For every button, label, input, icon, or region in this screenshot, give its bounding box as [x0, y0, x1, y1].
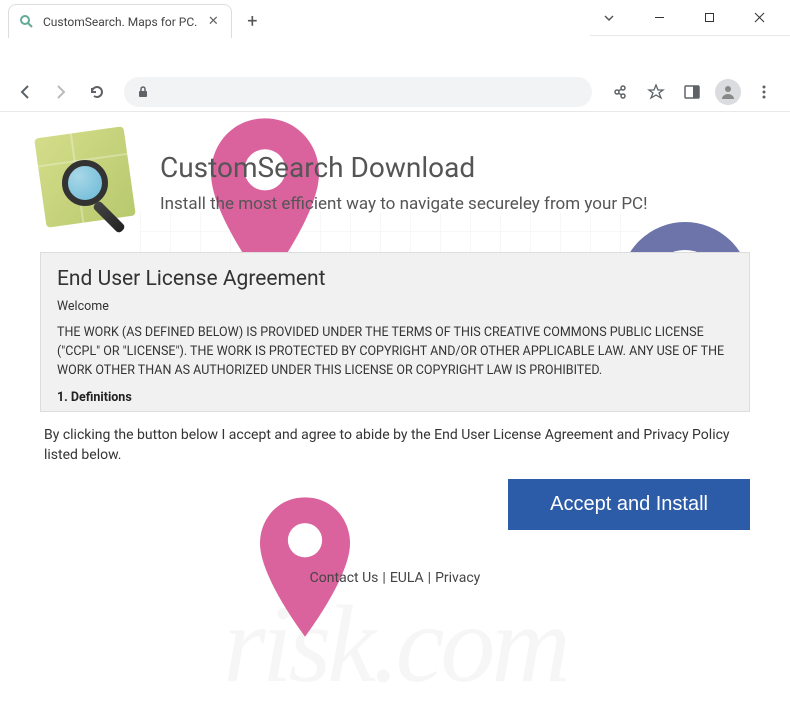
footer-privacy-link[interactable]: Privacy — [435, 570, 480, 586]
eula-heading: End User License Agreement — [57, 267, 733, 291]
consent-text: By clicking the button below I accept an… — [44, 426, 746, 465]
tab-close-icon[interactable]: ✕ — [205, 14, 221, 30]
forward-button[interactable] — [46, 77, 76, 107]
profile-avatar[interactable] — [712, 76, 744, 108]
side-panel-icon[interactable] — [676, 76, 708, 108]
page-subtitle: Install the most efficient way to naviga… — [160, 194, 648, 214]
tab-strip: CustomSearch. Maps for PC. ✕ + — [0, 0, 590, 38]
footer-contact-link[interactable]: Contact Us — [310, 570, 379, 586]
eula-body-text: THE WORK (AS DEFINED BELOW) IS PROVIDED … — [57, 324, 733, 380]
page-title: CustomSearch Download — [160, 151, 648, 184]
new-tab-button[interactable]: + — [238, 7, 266, 35]
tab-favicon-icon — [19, 14, 35, 30]
maximize-button[interactable] — [686, 2, 732, 34]
eula-welcome-text: Welcome — [57, 299, 733, 314]
share-icon[interactable] — [604, 76, 636, 108]
browser-toolbar — [0, 72, 790, 112]
page-header: CustomSearch Download Install the most e… — [40, 132, 750, 232]
eula-definition-text: "Adaptation" means a work based upon the… — [57, 411, 733, 412]
bookmark-star-icon[interactable] — [640, 76, 672, 108]
close-window-button[interactable] — [736, 2, 782, 34]
page-viewport: risk.com CustomSearch Download Install t… — [0, 112, 790, 728]
reload-button[interactable] — [82, 77, 112, 107]
kebab-menu-icon[interactable] — [748, 76, 780, 108]
page-footer: Contact Us|EULA|Privacy — [40, 570, 750, 586]
logo-magnifier-map-icon — [40, 132, 140, 232]
browser-tab[interactable]: CustomSearch. Maps for PC. ✕ — [8, 4, 232, 38]
address-bar[interactable] — [124, 77, 592, 107]
footer-eula-link[interactable]: EULA — [390, 570, 424, 586]
eula-scroll-box[interactable]: End User License Agreement Welcome THE W… — [40, 252, 750, 412]
accept-install-button[interactable]: Accept and Install — [508, 479, 750, 530]
minimize-button[interactable] — [636, 2, 682, 34]
lock-icon — [136, 85, 150, 99]
eula-section-heading: 1. Definitions — [57, 390, 733, 405]
back-button[interactable] — [10, 77, 40, 107]
chevron-down-icon[interactable] — [586, 2, 632, 34]
tab-title: CustomSearch. Maps for PC. — [43, 15, 197, 29]
